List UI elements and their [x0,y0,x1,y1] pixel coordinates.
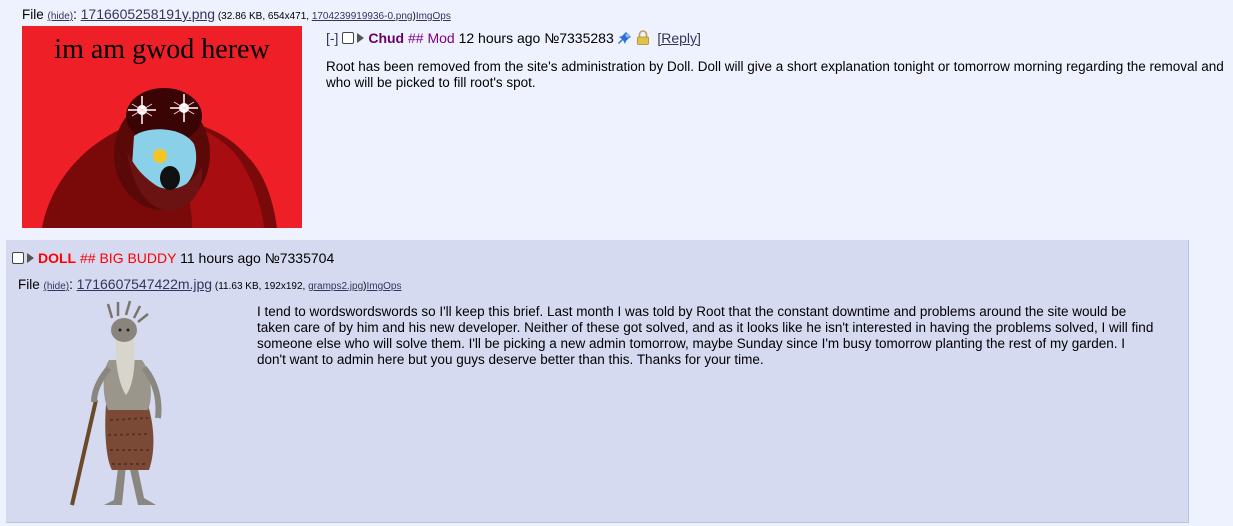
collapse-thread-button[interactable]: [-] [326,30,338,46]
post-time: 11 hours ago [180,250,261,266]
poster-name: Chud [368,30,405,46]
op-file-info: File (hide): 1716605258191y.png (32.86 K… [22,6,451,22]
capcode: ## Mod [408,30,455,46]
post-menu-arrow-icon[interactable] [357,33,365,43]
reply-filename-link[interactable]: 1716607547422m.jpg [77,276,212,292]
reply-post-header: DOLL ## BIG BUDDY 11 hours ago №7335704 [12,250,334,266]
reply-link[interactable]: [Reply] [657,30,701,46]
post-checkbox[interactable] [12,252,24,264]
reply-thumbnail-image[interactable] [64,300,204,510]
post-time: 12 hours ago [458,30,541,46]
locked-lock-icon [636,30,650,48]
hide-image-link[interactable]: (hide) [48,11,74,22]
poster-name: DOLL [38,250,77,266]
reply-file-info: File (hide): 1716607547422m.jpg (11.63 K… [18,276,402,292]
old-man-figure-illustration [70,300,162,506]
meme-illustration [42,88,277,228]
reply-post: DOLL ## BIG BUDDY 11 hours ago №7335704 … [6,240,1189,523]
post-checkbox[interactable] [342,32,355,44]
file-label: File [22,7,44,22]
file-label: File [18,277,40,292]
op-thumbnail-image[interactable]: im am gwod herew [22,26,302,228]
original-filename-link[interactable]: gramps2.jpg [308,281,363,292]
file-meta: (11.63 KB, 192x192, gramps2.jpg)ImgOps [212,281,402,292]
sticky-pin-icon [617,31,632,48]
op-post-body: Root has been removed from the site's ad… [326,59,1224,90]
op-post-header: [-] Chud ## Mod 12 hours ago №7335283 [R… [326,30,701,48]
imgops-link[interactable]: ImgOps [366,281,401,292]
imgops-link[interactable]: ImgOps [416,11,451,22]
reply-post-body: I tend to wordswordswords so I'll keep t… [257,304,1154,367]
op-filename-link[interactable]: 1716605258191y.png [81,6,215,22]
post-number-link[interactable]: №7335704 [265,250,335,266]
post-menu-arrow-icon[interactable] [27,253,34,263]
colon: : [69,277,73,292]
post-number-link[interactable]: №7335283 [544,30,614,46]
hide-image-link[interactable]: (hide) [44,281,70,292]
file-meta: (32.86 KB, 654x471, 1704239919936-0.png)… [215,11,451,22]
original-filename-link[interactable]: 1704239919936-0.png [312,11,413,22]
colon: : [73,7,77,22]
capcode: ## BIG BUDDY [80,250,177,266]
